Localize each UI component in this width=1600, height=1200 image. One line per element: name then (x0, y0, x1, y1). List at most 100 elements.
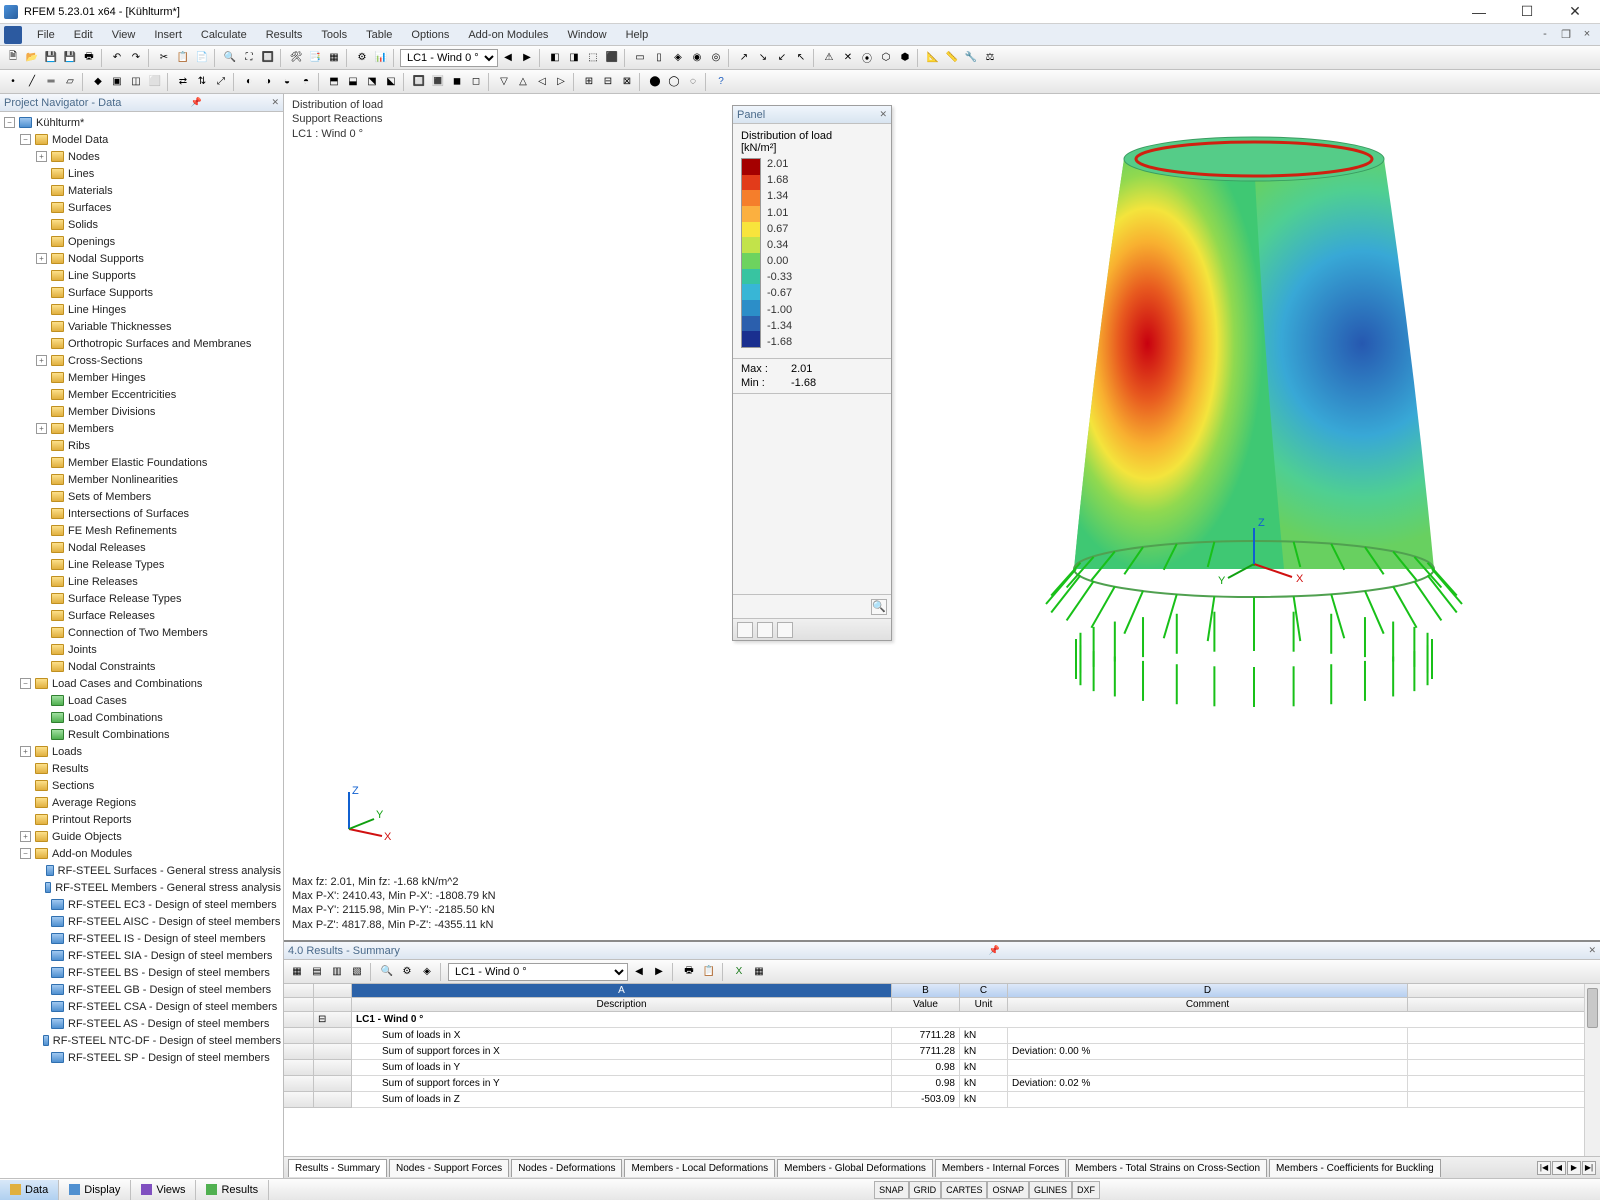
results-tab[interactable]: Members - Global Deformations (777, 1159, 933, 1177)
toolbar-icon[interactable]: ▤ (308, 963, 326, 981)
results-tab[interactable]: Nodes - Deformations (511, 1159, 622, 1177)
toolbar-icon[interactable]: 📋 (700, 963, 718, 981)
next-icon[interactable]: ▶ (650, 963, 668, 981)
mdi-close[interactable]: × (1578, 28, 1596, 42)
results-icon[interactable]: 📊 (372, 49, 390, 67)
tab-first-icon[interactable]: |◀ (1537, 1161, 1551, 1175)
toolbar-icon[interactable]: ⬢ (896, 49, 914, 67)
calc-icon[interactable]: ⚙ (353, 49, 371, 67)
toolbar-icon[interactable]: △ (514, 73, 532, 91)
results-tab[interactable]: Members - Local Deformations (624, 1159, 775, 1177)
tree-item[interactable]: Ribs (0, 437, 283, 454)
toolbar-icon[interactable]: 🔲 (410, 73, 428, 91)
mdi-minimize[interactable]: - (1536, 28, 1554, 42)
menu-main-icon[interactable] (4, 26, 22, 44)
toolbar-icon[interactable]: ◌ (684, 73, 702, 91)
toolbar-icon[interactable]: ⦿ (858, 49, 876, 67)
toolbar-icon[interactable]: ◑ (259, 73, 277, 91)
menu-edit[interactable]: Edit (66, 27, 101, 43)
results-tab[interactable]: Members - Total Strains on Cross-Section (1068, 1159, 1267, 1177)
toolbar-icon[interactable]: ▦ (750, 963, 768, 981)
tree-item[interactable]: +Cross-Sections (0, 352, 283, 369)
navigator-tree[interactable]: −Kühlturm*−Model Data+NodesLinesMaterial… (0, 112, 283, 1178)
toolbar-icon[interactable]: ◉ (688, 49, 706, 67)
tree-item[interactable]: Solids (0, 216, 283, 233)
tree-item[interactable]: Member Eccentricities (0, 386, 283, 403)
member-tool-icon[interactable]: ═ (42, 73, 60, 91)
toolbar-icon[interactable]: ⤢ (212, 73, 230, 91)
open-icon[interactable]: 📂 (23, 49, 41, 67)
panel-tool-icon[interactable] (777, 622, 793, 638)
toolbar-icon[interactable]: ◈ (418, 963, 436, 981)
toolbar-icon[interactable]: ◻ (467, 73, 485, 91)
tree-item[interactable]: +Guide Objects (0, 828, 283, 845)
tree-item[interactable]: +Members (0, 420, 283, 437)
tool-icon[interactable]: 🛠 (287, 49, 305, 67)
menu-view[interactable]: View (104, 27, 144, 43)
tree-item[interactable]: RF-STEEL SP - Design of steel members (0, 1049, 283, 1066)
legend-panel[interactable]: Panel ✕ Distribution of load [kN/m²] 2.0… (732, 105, 892, 641)
panel-close-icon[interactable]: ✕ (879, 109, 887, 120)
toolbar-icon[interactable]: 📏 (943, 49, 961, 67)
tree-item[interactable]: Materials (0, 182, 283, 199)
tree-item[interactable]: RF-STEEL AISC - Design of steel members (0, 913, 283, 930)
toolbar-icon[interactable]: ⬚ (584, 49, 602, 67)
maximize-button[interactable]: ☐ (1506, 0, 1548, 24)
tree-item[interactable]: Member Nonlinearities (0, 471, 283, 488)
toolbar-icon[interactable]: ⬡ (877, 49, 895, 67)
tree-item[interactable]: Variable Thicknesses (0, 318, 283, 335)
table-row[interactable]: Sum of support forces in X7711.28kNDevia… (284, 1044, 1600, 1060)
tree-item[interactable]: Load Cases (0, 692, 283, 709)
tree-item[interactable]: RF-STEEL NTC-DF - Design of steel member… (0, 1032, 283, 1049)
toolbar-icon[interactable]: 📐 (924, 49, 942, 67)
menu-insert[interactable]: Insert (146, 27, 190, 43)
tree-item[interactable]: Member Hinges (0, 369, 283, 386)
tree-item[interactable]: +Loads (0, 743, 283, 760)
tree-item[interactable]: Nodal Releases (0, 539, 283, 556)
toolbar-icon[interactable]: ⇄ (174, 73, 192, 91)
toolbar-icon[interactable]: ▦ (288, 963, 306, 981)
tree-item[interactable]: Intersections of Surfaces (0, 505, 283, 522)
toolbar-icon[interactable]: ⬤ (646, 73, 664, 91)
status-toggle[interactable]: GLINES (1029, 1181, 1072, 1199)
toolbar-icon[interactable]: ◯ (665, 73, 683, 91)
menu-table[interactable]: Table (358, 27, 400, 43)
tree-item[interactable]: −Add-on Modules (0, 845, 283, 862)
toolbar-icon[interactable]: ◒ (278, 73, 296, 91)
tree-item[interactable]: +Nodes (0, 148, 283, 165)
results-tab[interactable]: Nodes - Support Forces (389, 1159, 509, 1177)
grid-scrollbar[interactable] (1584, 984, 1600, 1156)
menu-tools[interactable]: Tools (313, 27, 355, 43)
toolbar-icon[interactable]: ⚙ (398, 963, 416, 981)
tree-item[interactable]: Openings (0, 233, 283, 250)
tree-item[interactable]: RF-STEEL SIA - Design of steel members (0, 947, 283, 964)
toolbar-icon[interactable]: ↗ (735, 49, 753, 67)
find-icon[interactable]: 🔍 (221, 49, 239, 67)
tree-item[interactable]: Surfaces (0, 199, 283, 216)
copy-icon[interactable]: 📋 (174, 49, 192, 67)
toolbar-icon[interactable]: ⬕ (382, 73, 400, 91)
toolbar-icon[interactable]: ↘ (754, 49, 772, 67)
tree-item[interactable]: FE Mesh Refinements (0, 522, 283, 539)
tab-last-icon[interactable]: ▶| (1582, 1161, 1596, 1175)
menu-addon[interactable]: Add-on Modules (460, 27, 556, 43)
tab-next-icon[interactable]: ▶ (1567, 1161, 1581, 1175)
tree-item[interactable]: Surface Supports (0, 284, 283, 301)
results-tab[interactable]: Members - Coefficients for Buckling (1269, 1159, 1441, 1177)
menu-calculate[interactable]: Calculate (193, 27, 255, 43)
tree-item[interactable]: Sections (0, 777, 283, 794)
toolbar-icon[interactable]: 🔳 (429, 73, 447, 91)
toolbar-icon[interactable]: ◧ (546, 49, 564, 67)
tree-item[interactable]: −Kühlturm* (0, 114, 283, 131)
surface-tool-icon[interactable]: ▱ (61, 73, 79, 91)
toolbar-icon[interactable]: ↖ (792, 49, 810, 67)
toolbar-icon[interactable]: ◓ (297, 73, 315, 91)
redo-icon[interactable]: ↷ (127, 49, 145, 67)
navigator-pin-icon[interactable]: 📌 (191, 97, 202, 108)
excel-icon[interactable]: X (730, 963, 748, 981)
status-toggle[interactable]: DXF (1072, 1181, 1100, 1199)
tree-item[interactable]: Joints (0, 641, 283, 658)
toolbar-icon[interactable]: 🔧 (962, 49, 980, 67)
tree-item[interactable]: Orthotropic Surfaces and Membranes (0, 335, 283, 352)
line-tool-icon[interactable]: ╱ (23, 73, 41, 91)
